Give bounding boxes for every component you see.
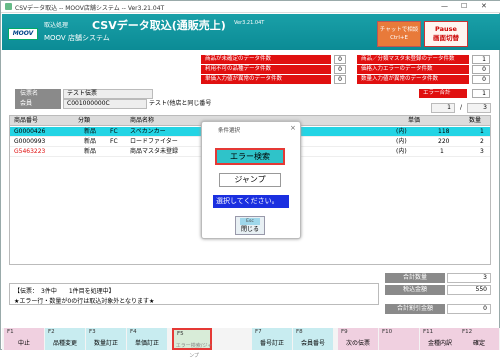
dialog-close-button[interactable]: Esc 閉じる <box>235 216 265 235</box>
row-class: FC <box>110 128 118 135</box>
f3-qty-correct-button[interactable]: F3 数量訂正 <box>86 328 126 350</box>
app-header: MOOV 取込処理 CSVデータ取込(通販売上) Ver3.21.04T MOO… <box>2 14 500 50</box>
dialog-message: 選択してください。 <box>213 195 289 208</box>
f4-price-correct-button[interactable]: F4 単価訂正 <box>127 328 167 350</box>
error-label-price-abnormal: 単価入力値が異常のデータ件数 <box>201 75 331 84</box>
row-tax-unit: (内) <box>396 128 407 135</box>
col-header-code: 商品番号 <box>14 117 39 124</box>
page-current: 1 <box>431 103 455 113</box>
status-note: ★エラー行・数量が0の行は取込対象外となります★ <box>14 298 155 305</box>
minimize-button[interactable]: — <box>441 2 448 10</box>
pause-screen-switch-button[interactable]: Pause 画面切替 <box>424 21 468 47</box>
row-tax-unit: (内) <box>396 138 407 145</box>
col-header-price: 単価 <box>408 117 421 124</box>
error-value-price-abnormal: 0 <box>334 75 346 84</box>
row-name: スペカンカー <box>130 128 166 135</box>
col-header-name: 商品名称 <box>130 117 155 124</box>
error-total-label: エラー合計 <box>419 89 467 98</box>
f12-confirm-button[interactable]: F12 確定 <box>459 328 499 350</box>
row-kind: 新品 <box>84 128 97 135</box>
f8-member-number-button[interactable]: F8 会員番号 <box>293 328 333 350</box>
error-value-unconfirmed: 0 <box>334 55 346 64</box>
member-name: テスト(他店と同じ番号 <box>149 100 212 107</box>
tax-incl-amount-label: 税込金額 <box>385 285 445 295</box>
app-icon <box>5 3 12 10</box>
system-name: MOOV 店舗システム <box>44 34 110 42</box>
page-title: CSVデータ取込(通販売上) <box>92 19 226 32</box>
status-progress: 【伝票： 3件中 1件目を処理中】 <box>14 288 115 295</box>
member-label: 会員 <box>15 99 61 109</box>
member-code-field[interactable]: C001000000C <box>63 99 147 109</box>
dialog-title: 条件選択 <box>218 128 241 134</box>
page-separator: / <box>460 104 463 111</box>
esc-key-label: Esc <box>240 218 260 225</box>
close-window-button[interactable]: ✕ <box>481 2 487 10</box>
total-qty-value: 3 <box>447 273 491 283</box>
error-label-unregistered: 商品／分類マスタ未登録のデータ件数 <box>357 55 469 64</box>
slip-name-label: 伝票名 <box>15 89 61 99</box>
row-class: FC <box>110 138 118 145</box>
error-value-unregistered: 1 <box>472 55 490 64</box>
row-tax-unit: (内) <box>396 148 407 155</box>
maximize-button[interactable]: ☐ <box>461 2 467 10</box>
col-header-qty: 数量 <box>469 117 482 124</box>
chat-consult-button[interactable]: チャットで相談 Ctrl+E <box>377 21 421 47</box>
error-value-qty-abnormal: 0 <box>472 75 490 84</box>
row-name: 商品マスタ未登録 <box>130 148 179 155</box>
error-label-qty-abnormal: 数量入力値が異常のデータ件数 <box>357 75 469 84</box>
error-value-unavailable-kind: 0 <box>334 65 346 74</box>
row-price: 118 <box>438 128 450 135</box>
row-qty: 2 <box>480 138 484 145</box>
f11-denomination-button[interactable]: F11 金種内訳 <box>420 328 460 350</box>
error-total-value: 1 <box>472 89 490 98</box>
header-subtitle: 取込処理 <box>44 22 69 29</box>
dialog-close-icon[interactable]: × <box>290 124 296 132</box>
moov-logo: MOOV <box>8 28 38 40</box>
error-value-price-input: 0 <box>472 65 490 74</box>
f7-number-correct-button[interactable]: F7 番号訂正 <box>252 328 292 350</box>
row-name: ロードファイター <box>130 138 178 145</box>
status-box: 【伝票： 3件中 1件目を処理中】 ★エラー行・数量が0の行は取込対象外となりま… <box>9 283 379 305</box>
total-qty-label: 合計数量 <box>385 273 445 283</box>
close-label: 閉じる <box>240 226 259 233</box>
row-code: G0000426 <box>14 128 46 135</box>
tax-incl-amount-value: 550 <box>447 285 491 295</box>
col-header-class: 分類 <box>78 117 91 124</box>
row-qty: 3 <box>480 148 484 155</box>
page-total: 3 <box>467 103 491 113</box>
error-label-price-input: 価格入力エラーのデータ件数 <box>357 65 469 74</box>
f10-button[interactable]: F10 <box>379 328 419 350</box>
jump-button[interactable]: ジャンプ <box>219 173 281 187</box>
row-qty: 1 <box>480 128 484 135</box>
version-label: Ver3.21.04T <box>234 20 265 26</box>
f9-next-slip-button[interactable]: F9 次の伝票 <box>338 328 378 350</box>
row-code-error: G5463223 <box>14 148 46 155</box>
app-window: CSVデータ取込 -- MOOV店舗システム -- Ver3.21.04T — … <box>0 0 500 359</box>
row-price: 220 <box>438 138 450 145</box>
f5-error-search-jump-button[interactable]: F5 エラー検索/ジャンプ <box>172 328 212 359</box>
error-search-button[interactable]: エラー検索 <box>215 148 285 165</box>
row-kind: 新品 <box>84 148 97 155</box>
title-bar: CSVデータ取込 -- MOOV店舗システム -- Ver3.21.04T — … <box>1 1 500 13</box>
slip-name-field[interactable]: テスト伝票 <box>63 89 153 99</box>
row-kind: 新品 <box>84 138 97 145</box>
f2-kind-change-button[interactable]: F2 品種変更 <box>45 328 85 350</box>
function-key-bar: F1 中止 F2 品種変更 F3 数量訂正 F4 単価訂正 F5 エラー検索/ジャンプ F… <box>2 328 500 359</box>
total-discount-label: 合計割引金額 <box>385 304 445 314</box>
error-label-unconfirmed: 商品が未確定のデータ件数 <box>201 55 331 64</box>
window-title: CSVデータ取込 -- MOOV店舗システム -- Ver3.21.04T <box>15 5 165 12</box>
row-code: G0000993 <box>14 138 46 145</box>
total-discount-value: 0 <box>447 304 491 314</box>
row-price: 1 <box>440 148 444 155</box>
error-label-unavailable-kind: 利用不可の品種データ件数 <box>201 65 331 74</box>
f1-cancel-button[interactable]: F1 中止 <box>4 328 44 350</box>
